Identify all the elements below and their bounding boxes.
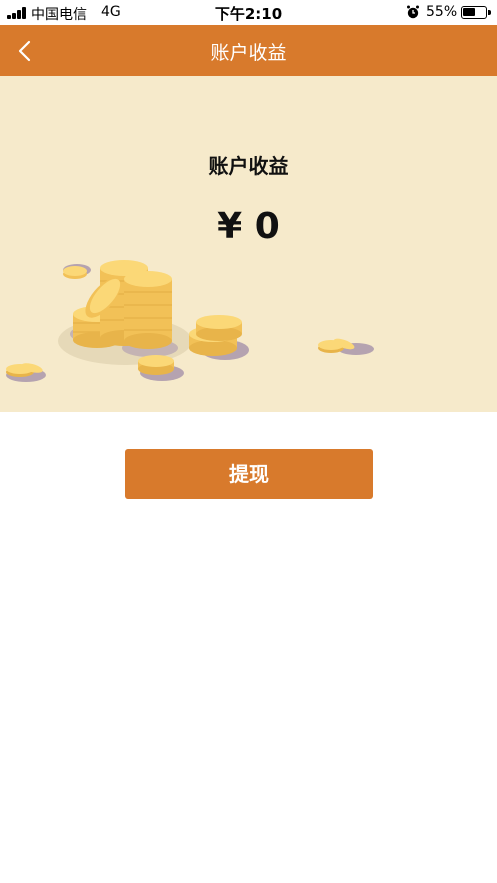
alarm-icon bbox=[407, 5, 419, 19]
earnings-amount: ¥ 0 bbox=[217, 206, 280, 247]
status-bar: 中国电信 4G 下午2:10 55% bbox=[0, 0, 497, 25]
battery-percent: 55% bbox=[426, 4, 458, 20]
earnings-title: 账户收益 bbox=[208, 154, 289, 178]
earnings-panel: 账户收益 ¥ 0 bbox=[0, 76, 497, 412]
status-time: 下午2:10 bbox=[214, 5, 283, 23]
battery-icon bbox=[461, 6, 491, 19]
nav-bar: 账户收益 bbox=[0, 25, 497, 76]
withdraw-button[interactable]: 提现 bbox=[125, 449, 373, 499]
page-title: 账户收益 bbox=[210, 42, 287, 64]
